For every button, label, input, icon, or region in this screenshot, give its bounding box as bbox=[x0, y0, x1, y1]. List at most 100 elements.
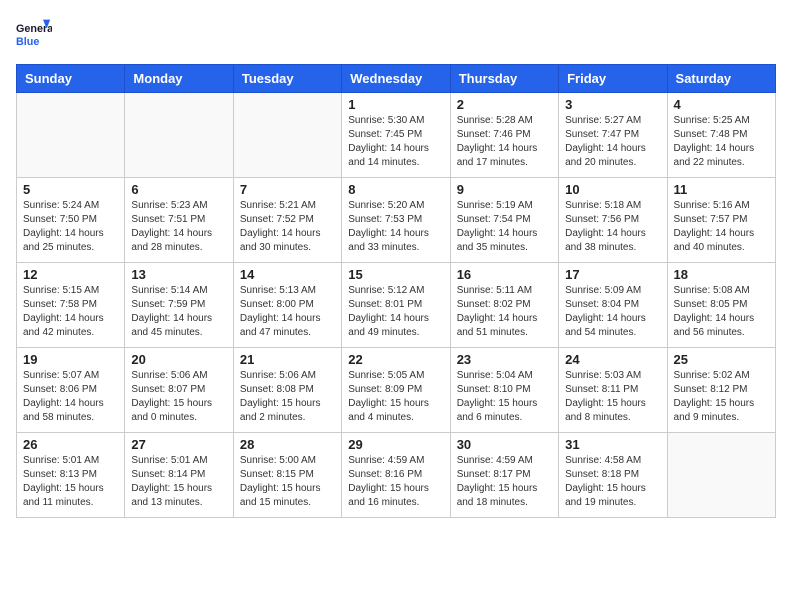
day-info: Sunrise: 5:04 AM Sunset: 8:10 PM Dayligh… bbox=[457, 369, 552, 425]
day-number: 2 bbox=[457, 97, 552, 112]
day-info: Sunrise: 5:24 AM Sunset: 7:50 PM Dayligh… bbox=[23, 199, 118, 255]
calendar-cell: 4Sunrise: 5:25 AM Sunset: 7:48 PM Daylig… bbox=[667, 93, 775, 178]
day-number: 22 bbox=[348, 352, 443, 367]
calendar-cell: 5 Sunrise: 5:24 AM Sunset: 7:50 PM Daylig… bbox=[17, 178, 125, 263]
day-info: Sunrise: 5:02 AM Sunset: 8:12 PM Dayligh… bbox=[674, 369, 769, 425]
calendar-cell: 2Sunrise: 5:28 AM Sunset: 7:46 PM Daylig… bbox=[450, 93, 558, 178]
day-number: 23 bbox=[457, 352, 552, 367]
calendar-cell: 10 Sunrise: 5:18 AM Sunset: 7:56 PM Dayli… bbox=[559, 178, 667, 263]
calendar-cell: 30 Sunrise: 4:59 AM Sunset: 8:17 PM Dayli… bbox=[450, 433, 558, 518]
logo-icon: GeneralBlue bbox=[16, 16, 52, 52]
calendar-cell: 22 Sunrise: 5:05 AM Sunset: 8:09 PM Dayli… bbox=[342, 348, 450, 433]
day-info: Sunrise: 5:03 AM Sunset: 8:11 PM Dayligh… bbox=[565, 369, 660, 425]
day-info: Sunrise: 5:06 AM Sunset: 8:08 PM Dayligh… bbox=[240, 369, 335, 425]
day-number: 26 bbox=[23, 437, 118, 452]
day-info: Sunrise: 5:23 AM Sunset: 7:51 PM Dayligh… bbox=[131, 199, 226, 255]
calendar-cell: 1 Sunrise: 5:30 AM Sunset: 7:45 PM Daylig… bbox=[342, 93, 450, 178]
week-row-2: 5 Sunrise: 5:24 AM Sunset: 7:50 PM Daylig… bbox=[17, 178, 776, 263]
calendar-cell: 23 Sunrise: 5:04 AM Sunset: 8:10 PM Dayli… bbox=[450, 348, 558, 433]
weekday-header-sunday: Sunday bbox=[17, 65, 125, 93]
calendar-cell: 7Sunrise: 5:21 AM Sunset: 7:52 PM Daylig… bbox=[233, 178, 341, 263]
weekday-header-tuesday: Tuesday bbox=[233, 65, 341, 93]
calendar-cell bbox=[667, 433, 775, 518]
weekday-header-wednesday: Wednesday bbox=[342, 65, 450, 93]
day-number: 8 bbox=[348, 182, 443, 197]
day-number: 30 bbox=[457, 437, 552, 452]
day-info: Sunrise: 5:07 AM Sunset: 8:06 PM Dayligh… bbox=[23, 369, 118, 425]
day-info: Sunrise: 5:20 AM Sunset: 7:53 PM Dayligh… bbox=[348, 199, 443, 255]
day-number: 24 bbox=[565, 352, 660, 367]
weekday-header-row: SundayMondayTuesdayWednesdayThursdayFrid… bbox=[17, 65, 776, 93]
calendar-cell: 15 Sunrise: 5:12 AM Sunset: 8:01 PM Dayli… bbox=[342, 263, 450, 348]
calendar-cell: 8 Sunrise: 5:20 AM Sunset: 7:53 PM Daylig… bbox=[342, 178, 450, 263]
day-info: Sunrise: 5:06 AM Sunset: 8:07 PM Dayligh… bbox=[131, 369, 226, 425]
day-info: Sunrise: 4:59 AM Sunset: 8:17 PM Dayligh… bbox=[457, 454, 552, 510]
day-number: 4 bbox=[674, 97, 769, 112]
day-number: 19 bbox=[23, 352, 118, 367]
day-number: 1 bbox=[348, 97, 443, 112]
day-info: Sunrise: 5:09 AM Sunset: 8:04 PM Dayligh… bbox=[565, 284, 660, 340]
day-info: Sunrise: 5:27 AM Sunset: 7:47 PM Dayligh… bbox=[565, 114, 660, 170]
logo: GeneralBlue bbox=[16, 16, 52, 52]
day-info: Sunrise: 5:21 AM Sunset: 7:52 PM Dayligh… bbox=[240, 199, 335, 255]
day-number: 31 bbox=[565, 437, 660, 452]
weekday-header-monday: Monday bbox=[125, 65, 233, 93]
day-info: Sunrise: 5:01 AM Sunset: 8:14 PM Dayligh… bbox=[131, 454, 226, 510]
weekday-header-thursday: Thursday bbox=[450, 65, 558, 93]
day-info: Sunrise: 5:14 AM Sunset: 7:59 PM Dayligh… bbox=[131, 284, 226, 340]
day-info: Sunrise: 5:01 AM Sunset: 8:13 PM Dayligh… bbox=[23, 454, 118, 510]
day-info: Sunrise: 5:16 AM Sunset: 7:57 PM Dayligh… bbox=[674, 199, 769, 255]
day-info: Sunrise: 5:18 AM Sunset: 7:56 PM Dayligh… bbox=[565, 199, 660, 255]
day-number: 14 bbox=[240, 267, 335, 282]
day-info: Sunrise: 5:30 AM Sunset: 7:45 PM Dayligh… bbox=[348, 114, 443, 170]
day-info: Sunrise: 5:19 AM Sunset: 7:54 PM Dayligh… bbox=[457, 199, 552, 255]
day-info: Sunrise: 5:05 AM Sunset: 8:09 PM Dayligh… bbox=[348, 369, 443, 425]
day-number: 20 bbox=[131, 352, 226, 367]
day-number: 6 bbox=[131, 182, 226, 197]
calendar-cell bbox=[17, 93, 125, 178]
calendar-cell bbox=[125, 93, 233, 178]
svg-text:Blue: Blue bbox=[16, 36, 39, 48]
calendar-cell: 24 Sunrise: 5:03 AM Sunset: 8:11 PM Dayli… bbox=[559, 348, 667, 433]
day-number: 5 bbox=[23, 182, 118, 197]
week-row-3: 12 Sunrise: 5:15 AM Sunset: 7:58 PM Dayli… bbox=[17, 263, 776, 348]
day-number: 21 bbox=[240, 352, 335, 367]
day-number: 29 bbox=[348, 437, 443, 452]
calendar-cell: 26 Sunrise: 5:01 AM Sunset: 8:13 PM Dayli… bbox=[17, 433, 125, 518]
week-row-1: 1 Sunrise: 5:30 AM Sunset: 7:45 PM Daylig… bbox=[17, 93, 776, 178]
calendar-cell: 9Sunrise: 5:19 AM Sunset: 7:54 PM Daylig… bbox=[450, 178, 558, 263]
page-header: GeneralBlue bbox=[16, 16, 776, 52]
calendar-cell bbox=[233, 93, 341, 178]
calendar-cell: 13 Sunrise: 5:14 AM Sunset: 7:59 PM Dayli… bbox=[125, 263, 233, 348]
day-number: 12 bbox=[23, 267, 118, 282]
day-number: 15 bbox=[348, 267, 443, 282]
calendar-cell: 17 Sunrise: 5:09 AM Sunset: 8:04 PM Dayli… bbox=[559, 263, 667, 348]
calendar-cell: 12 Sunrise: 5:15 AM Sunset: 7:58 PM Dayli… bbox=[17, 263, 125, 348]
week-row-4: 19 Sunrise: 5:07 AM Sunset: 8:06 PM Dayli… bbox=[17, 348, 776, 433]
day-number: 17 bbox=[565, 267, 660, 282]
day-number: 16 bbox=[457, 267, 552, 282]
day-number: 13 bbox=[131, 267, 226, 282]
day-info: Sunrise: 5:00 AM Sunset: 8:15 PM Dayligh… bbox=[240, 454, 335, 510]
calendar-cell: 19 Sunrise: 5:07 AM Sunset: 8:06 PM Dayli… bbox=[17, 348, 125, 433]
day-info: Sunrise: 5:11 AM Sunset: 8:02 PM Dayligh… bbox=[457, 284, 552, 340]
calendar-cell: 6 Sunrise: 5:23 AM Sunset: 7:51 PM Daylig… bbox=[125, 178, 233, 263]
day-info: Sunrise: 5:13 AM Sunset: 8:00 PM Dayligh… bbox=[240, 284, 335, 340]
weekday-header-friday: Friday bbox=[559, 65, 667, 93]
day-number: 25 bbox=[674, 352, 769, 367]
day-number: 10 bbox=[565, 182, 660, 197]
day-number: 28 bbox=[240, 437, 335, 452]
day-info: Sunrise: 5:12 AM Sunset: 8:01 PM Dayligh… bbox=[348, 284, 443, 340]
day-number: 11 bbox=[674, 182, 769, 197]
day-info: Sunrise: 5:08 AM Sunset: 8:05 PM Dayligh… bbox=[674, 284, 769, 340]
day-info: Sunrise: 5:15 AM Sunset: 7:58 PM Dayligh… bbox=[23, 284, 118, 340]
calendar-cell: 27Sunrise: 5:01 AM Sunset: 8:14 PM Dayli… bbox=[125, 433, 233, 518]
calendar-cell: 16 Sunrise: 5:11 AM Sunset: 8:02 PM Dayli… bbox=[450, 263, 558, 348]
day-info: Sunrise: 4:58 AM Sunset: 8:18 PM Dayligh… bbox=[565, 454, 660, 510]
calendar-cell: 18Sunrise: 5:08 AM Sunset: 8:05 PM Dayli… bbox=[667, 263, 775, 348]
calendar-cell: 20 Sunrise: 5:06 AM Sunset: 8:07 PM Dayli… bbox=[125, 348, 233, 433]
day-info: Sunrise: 4:59 AM Sunset: 8:16 PM Dayligh… bbox=[348, 454, 443, 510]
week-row-5: 26 Sunrise: 5:01 AM Sunset: 8:13 PM Dayli… bbox=[17, 433, 776, 518]
calendar-cell: 25 Sunrise: 5:02 AM Sunset: 8:12 PM Dayli… bbox=[667, 348, 775, 433]
day-number: 3 bbox=[565, 97, 660, 112]
